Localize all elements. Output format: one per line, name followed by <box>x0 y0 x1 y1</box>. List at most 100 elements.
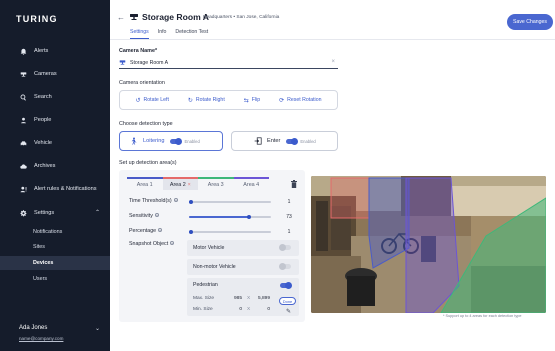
slider-fill <box>189 216 249 218</box>
camera-preview[interactable] <box>311 176 546 313</box>
time-threshold-label: Time Threshold(s)? <box>129 198 178 204</box>
alert-rules-icon <box>19 185 27 193</box>
help-icon[interactable]: ? <box>158 228 163 233</box>
detection-area-4[interactable] <box>405 177 460 313</box>
percentage-value[interactable]: 1 <box>281 227 297 236</box>
camera-icon <box>130 14 138 20</box>
save-changes-button[interactable]: Save Changes <box>507 14 553 30</box>
tab-detection-test[interactable]: Detection Test <box>175 29 208 39</box>
percentage-text: Percentage <box>129 228 157 234</box>
min-size-height[interactable]: 0 <box>254 307 270 312</box>
max-size-height[interactable]: 5,899 <box>254 296 270 301</box>
car-icon <box>19 139 27 147</box>
gear-icon <box>19 209 27 217</box>
detection-card-enter[interactable]: Enter Enabled <box>231 131 338 151</box>
detection-type-name: Enter <box>267 138 281 144</box>
time-threshold-slider[interactable] <box>188 200 271 204</box>
sidebar-item-cameras[interactable]: Cameras <box>0 66 110 82</box>
snapshot-option-pedestrian[interactable]: Pedestrian Max. Size 985 X 5,899 Done Mi… <box>187 278 299 316</box>
sidebar-item-search[interactable]: Search <box>0 89 110 105</box>
close-icon[interactable]: × <box>188 182 191 188</box>
rotate-left-button[interactable]: ↺ Rotate Left <box>135 97 168 104</box>
min-size-width[interactable]: 0 <box>227 307 242 312</box>
clear-icon[interactable]: × <box>331 59 335 65</box>
max-size-width[interactable]: 985 <box>227 296 242 301</box>
bell-icon <box>19 47 27 55</box>
sidebar-subitem-users[interactable]: Users <box>0 272 110 286</box>
area-tab-label: Area 4 <box>243 181 260 188</box>
help-icon[interactable]: ? <box>170 241 175 246</box>
page-title: Storage Room A <box>142 12 210 22</box>
edit-icon[interactable]: ✎ <box>286 308 291 315</box>
motor-vehicle-toggle[interactable] <box>279 244 291 251</box>
rotate-left-icon: ↺ <box>135 97 141 104</box>
sidebar-item-alert-rules[interactable]: Alert rules & Notifications <box>0 181 110 197</box>
area-tab-bar: Area 1 Area 2 × Area 3 Area 4 <box>127 177 269 190</box>
rotate-right-button[interactable]: ↻ Rotate Right <box>188 97 225 104</box>
detection-area-label: Set up detection area(s) <box>119 160 177 166</box>
rotate-left-label: Rotate Left <box>143 97 169 103</box>
sensitivity-value[interactable]: 73 <box>281 212 297 221</box>
sidebar-item-label: Alert rules & Notifications <box>34 186 97 192</box>
pedestrian-toggle[interactable] <box>280 282 292 289</box>
min-size-label: Min. Size <box>193 307 213 312</box>
slider-handle[interactable] <box>188 230 193 234</box>
loitering-toggle[interactable] <box>170 137 183 145</box>
tab-area-3[interactable]: Area 3 <box>198 177 234 190</box>
snapshot-option-motor-vehicle[interactable]: Motor Vehicle <box>187 240 299 256</box>
tab-info[interactable]: Info <box>158 29 167 39</box>
orientation-label: Camera orientation <box>119 80 165 86</box>
slider-handle[interactable] <box>246 215 251 219</box>
snapshot-option-label: Motor Vehicle <box>193 245 225 251</box>
tab-area-2[interactable]: Area 2 × <box>162 177 198 190</box>
sidebar-item-label: Alerts <box>34 48 49 54</box>
slider-handle[interactable] <box>188 200 193 204</box>
done-button[interactable]: Done <box>279 297 296 305</box>
area-settings-panel: Area 1 Area 2 × Area 3 Area 4 Time Thresh… <box>119 170 305 322</box>
sidebar-item-people[interactable]: People <box>0 112 110 128</box>
area-tab-label: Area 3 <box>207 181 224 188</box>
trash-icon[interactable] <box>291 180 297 188</box>
camera-icon <box>19 70 27 78</box>
tab-settings[interactable]: Settings <box>130 29 149 39</box>
tab-area-1[interactable]: Area 1 <box>127 177 163 190</box>
camera-icon <box>119 60 126 65</box>
sidebar-subitem-notifications[interactable]: Notifications <box>0 225 110 239</box>
help-icon[interactable]: ? <box>173 198 178 203</box>
percentage-label: Percentage? <box>129 228 163 234</box>
sidebar-item-archives[interactable]: Archives <box>0 158 110 174</box>
tab-bar: Settings Info Detection Test <box>130 29 208 39</box>
max-size-label: Max. Size <box>193 296 215 301</box>
flip-label: Flip <box>251 97 261 103</box>
size-separator: X <box>247 307 251 312</box>
time-threshold-value[interactable]: 1 <box>281 197 297 206</box>
chevron-down-icon[interactable]: ⌄ <box>95 325 100 332</box>
sidebar-item-label: Settings <box>34 210 55 216</box>
non-motor-vehicle-toggle[interactable] <box>279 263 291 270</box>
flip-button[interactable]: ⇆ Flip <box>244 97 260 104</box>
detection-area-2[interactable] <box>330 177 370 219</box>
sidebar-subitem-sites[interactable]: Sites <box>0 240 110 254</box>
person-icon <box>19 116 27 124</box>
camera-name-field[interactable]: Storage Room A × <box>119 57 338 69</box>
tab-area-4[interactable]: Area 4 <box>233 177 269 190</box>
sidebar-item-alerts[interactable]: Alerts <box>0 43 110 59</box>
user-email[interactable]: name@company.com <box>19 336 63 341</box>
sidebar-subitem-devices[interactable]: Devices <box>0 256 110 270</box>
area-tab-label: Area 1 <box>136 181 153 188</box>
enter-toggle[interactable] <box>286 137 299 145</box>
reset-rotation-button[interactable]: ⟳ Reset Rotation <box>279 97 321 104</box>
sidebar-item-vehicle[interactable]: Vehicle <box>0 135 110 151</box>
orientation-controls: ↺ Rotate Left ↻ Rotate Right ⇆ Flip ⟳ Reset … <box>119 90 338 110</box>
sidebar-item-label: Vehicle <box>34 140 53 146</box>
help-icon[interactable]: ? <box>154 213 159 218</box>
sidebar-item-settings[interactable]: Settings ⌃ <box>0 205 110 221</box>
back-arrow-icon[interactable]: ← <box>117 13 125 22</box>
camera-name-label: Camera Name* <box>119 48 158 54</box>
reset-icon: ⟳ <box>279 97 285 104</box>
snapshot-option-non-motor-vehicle[interactable]: Non-motor Vehicle <box>187 259 299 275</box>
percentage-slider[interactable] <box>188 230 271 234</box>
sensitivity-slider[interactable] <box>189 215 271 219</box>
app-logo: TURING <box>16 14 58 24</box>
detection-card-loitering[interactable]: Loitering Enabled <box>119 131 223 151</box>
